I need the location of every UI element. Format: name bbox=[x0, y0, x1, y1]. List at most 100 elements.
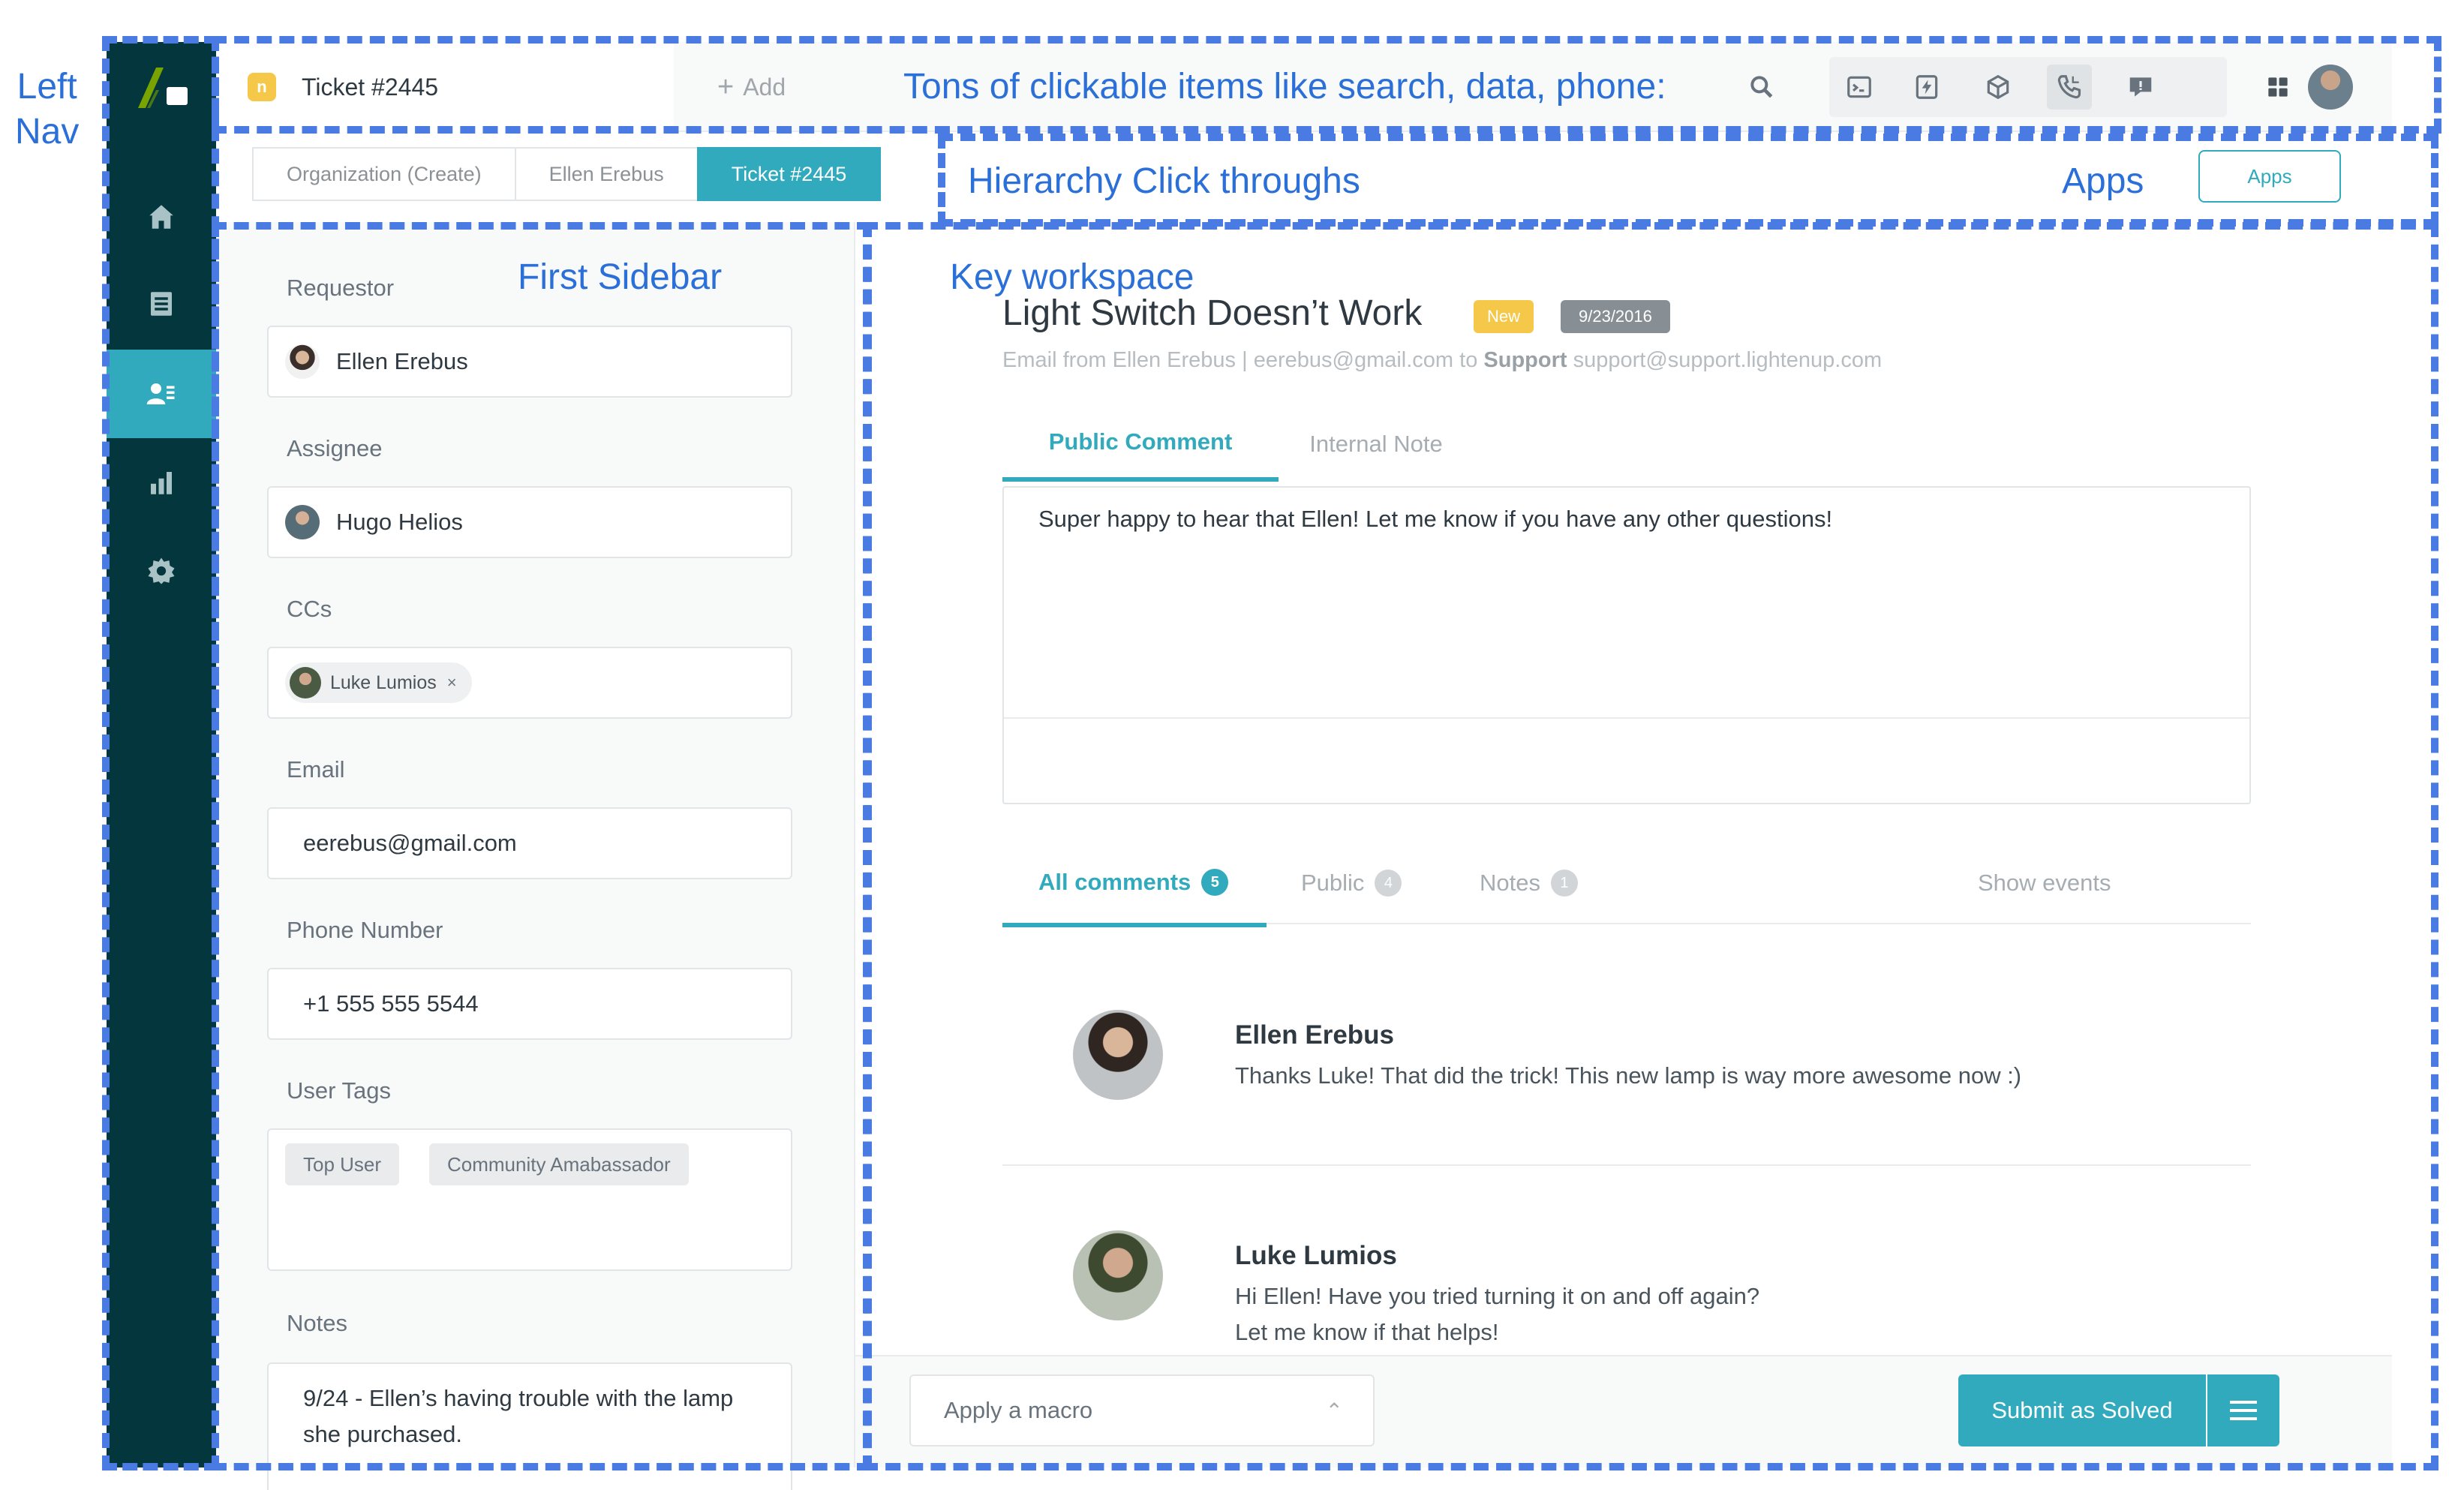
ticket-tab[interactable]: n Ticket #2445 bbox=[216, 42, 674, 132]
composer-divider bbox=[1004, 717, 2249, 719]
notes-count-badge: 1 bbox=[1550, 870, 1578, 897]
annotation-apps: Apps bbox=[2062, 161, 2144, 201]
add-tab-label: Add bbox=[743, 73, 786, 101]
requester-label: Requestor bbox=[287, 275, 395, 301]
chat-button[interactable] bbox=[2118, 65, 2163, 110]
add-tab-button[interactable]: + Add bbox=[717, 42, 786, 132]
notes-field[interactable]: 9/24 - Ellen’s having trouble with the l… bbox=[267, 1362, 792, 1490]
phone-icon bbox=[2057, 75, 2081, 99]
filter-all-comments[interactable]: All comments 5 bbox=[1002, 842, 1267, 927]
breadcrumb: Organization (Create) Ellen Erebus Ticke… bbox=[252, 147, 882, 201]
comment-body: Hi Ellen! Have you tried turning it on a… bbox=[1235, 1278, 1759, 1350]
ccs-label: CCs bbox=[287, 596, 332, 622]
ticket-meta-suffix: support@support.lightenup.com bbox=[1567, 348, 1883, 372]
comment-author[interactable]: Ellen Erebus bbox=[1235, 1020, 1394, 1050]
annotation-toolbar: Tons of clickable items like search, dat… bbox=[903, 67, 1666, 107]
apps-grid-button[interactable] bbox=[2255, 65, 2300, 110]
reporting-icon bbox=[151, 472, 172, 494]
box-button[interactable] bbox=[1976, 65, 2021, 110]
zendesk-logo[interactable] bbox=[134, 65, 189, 113]
search-button[interactable] bbox=[1739, 65, 1784, 110]
cc-chip-label: Luke Lumios bbox=[330, 671, 437, 693]
email-field[interactable]: eerebus@gmail.com bbox=[267, 807, 792, 879]
nav-reporting[interactable] bbox=[107, 438, 216, 527]
apps-grid-icon bbox=[2268, 77, 2288, 97]
comment-count-badge: 5 bbox=[1201, 869, 1229, 896]
date-badge: 9/23/2016 bbox=[1561, 300, 1670, 333]
comment-author[interactable]: Luke Lumios bbox=[1235, 1241, 1397, 1271]
breadcrumb-organization[interactable]: Organization (Create) bbox=[252, 147, 516, 201]
comment-composer[interactable]: Super happy to hear that Ellen! Let me k… bbox=[1002, 486, 2251, 804]
channel-toolbar-group bbox=[1829, 57, 2227, 117]
apps-button[interactable]: Apps bbox=[2198, 150, 2341, 203]
ticket-tab-label: Ticket #2445 bbox=[302, 73, 439, 101]
breadcrumb-user[interactable]: Ellen Erebus bbox=[514, 147, 699, 201]
requester-avatar bbox=[285, 344, 320, 379]
annotation-left-nav: Left Nav bbox=[15, 67, 80, 152]
search-icon bbox=[1750, 76, 1773, 98]
comment-avatar[interactable] bbox=[1073, 1010, 1163, 1100]
nav-views[interactable] bbox=[107, 260, 216, 348]
left-nav bbox=[107, 42, 216, 1467]
requester-value: Ellen Erebus bbox=[336, 348, 468, 374]
nav-home[interactable] bbox=[107, 173, 216, 261]
cc-chip[interactable]: Luke Lumios × bbox=[285, 662, 472, 703]
box-icon bbox=[1987, 74, 2009, 100]
phone-button[interactable] bbox=[2047, 65, 2092, 110]
lightning-icon bbox=[1916, 75, 1938, 99]
nav-customers[interactable] bbox=[107, 350, 216, 438]
comment-filters: All comments 5 Public 4 Notes 1 Show eve… bbox=[1002, 842, 2251, 927]
ticket-subject: Light Switch Doesn’t Work bbox=[1002, 293, 1423, 333]
views-icon bbox=[151, 292, 172, 316]
assignee-field[interactable]: Hugo Helios bbox=[267, 486, 792, 558]
lightning-button[interactable] bbox=[1904, 65, 1949, 110]
assignee-avatar bbox=[285, 505, 320, 539]
customers-icon bbox=[146, 383, 175, 404]
annotation-key-workspace: Key workspace bbox=[950, 257, 1194, 297]
chat-icon bbox=[2129, 77, 2152, 97]
macro-placeholder: Apply a macro bbox=[944, 1397, 1093, 1423]
cc-avatar bbox=[290, 667, 321, 698]
assignee-label: Assignee bbox=[287, 435, 383, 461]
ticket-status-badge: n bbox=[248, 73, 276, 101]
tab-public-comment[interactable]: Public Comment bbox=[1002, 407, 1279, 482]
user-avatar[interactable] bbox=[2308, 65, 2353, 110]
home-icon bbox=[149, 205, 173, 229]
ticket-meta-prefix: Email from Ellen Erebus | eerebus@gmail.… bbox=[1002, 348, 1484, 372]
phone-field[interactable]: +1 555 555 5544 bbox=[267, 968, 792, 1040]
public-count-badge: 4 bbox=[1375, 870, 1402, 897]
submit-menu-button[interactable] bbox=[2207, 1374, 2279, 1446]
comment-avatar[interactable] bbox=[1073, 1230, 1163, 1320]
requester-field[interactable]: Ellen Erebus bbox=[267, 326, 792, 398]
nav-admin[interactable] bbox=[107, 527, 216, 615]
phone-label: Phone Number bbox=[287, 917, 443, 943]
submit-as-solved-button[interactable]: Submit as Solved bbox=[1958, 1374, 2206, 1446]
ticket-footer: Apply a macro ⌃ Submit as Solved bbox=[855, 1355, 2392, 1467]
user-tags-field[interactable]: Top User Community Amabassador bbox=[267, 1128, 792, 1271]
user-tags-label: User Tags bbox=[287, 1077, 391, 1104]
remove-cc-icon[interactable]: × bbox=[447, 673, 457, 692]
ticket-meta-group: Support bbox=[1483, 348, 1567, 372]
filter-public[interactable]: Public 4 bbox=[1301, 842, 1402, 924]
comment-body: Thanks Luke! That did the trick! This ne… bbox=[1235, 1062, 2022, 1089]
ccs-field[interactable]: Luke Lumios × bbox=[267, 647, 792, 719]
breadcrumb-ticket[interactable]: Ticket #2445 bbox=[696, 147, 882, 201]
email-label: Email bbox=[287, 756, 345, 783]
apply-macro-select[interactable]: Apply a macro ⌃ bbox=[909, 1374, 1375, 1446]
notes-label: Notes bbox=[287, 1310, 347, 1336]
tag-chip[interactable]: Community Amabassador bbox=[429, 1143, 689, 1185]
terminal-icon bbox=[1847, 76, 1871, 98]
composer-tabs: Public Comment Internal Note bbox=[1002, 407, 2248, 482]
plus-icon: + bbox=[717, 71, 735, 103]
filter-notes-label: Notes bbox=[1480, 870, 1540, 896]
comment-divider bbox=[1002, 1164, 2251, 1166]
tag-chip[interactable]: Top User bbox=[285, 1143, 400, 1185]
show-events-link[interactable]: Show events bbox=[1978, 842, 2111, 924]
filter-notes[interactable]: Notes 1 bbox=[1480, 842, 1578, 924]
filter-all-label: All comments bbox=[1038, 869, 1191, 895]
terminal-button[interactable] bbox=[1837, 65, 1882, 110]
comment-body-line: Hi Ellen! Have you tried turning it on a… bbox=[1235, 1283, 1760, 1309]
tab-internal-note[interactable]: Internal Note bbox=[1279, 407, 1474, 482]
key-workspace: Light Switch Doesn’t Work New 9/23/2016 … bbox=[855, 222, 2392, 1467]
comment-body-line: Let me know if that helps! bbox=[1235, 1319, 1499, 1345]
